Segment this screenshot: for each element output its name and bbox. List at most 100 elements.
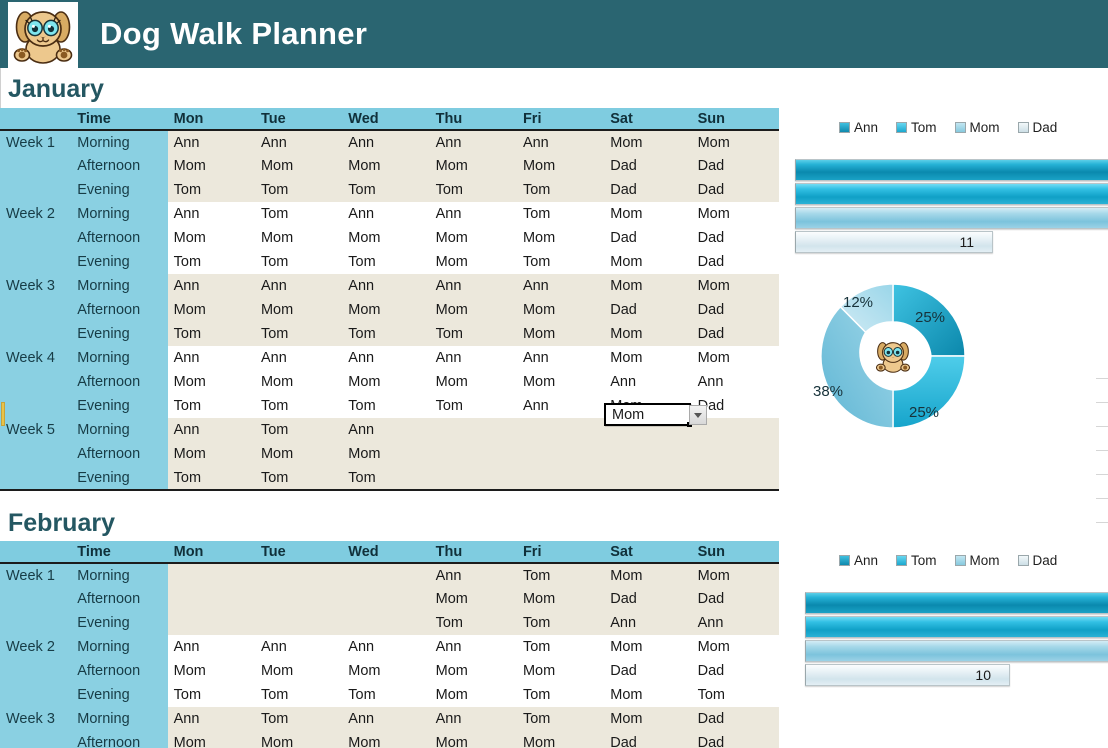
time-slot-cell[interactable]: Morning: [71, 346, 168, 370]
walker-cell[interactable]: Mom: [604, 322, 692, 346]
walker-cell[interactable]: Mom: [604, 346, 692, 370]
walker-cell[interactable]: [342, 563, 430, 587]
walker-cell[interactable]: Mom: [167, 370, 255, 394]
walker-cell[interactable]: [254, 587, 343, 611]
walker-cell[interactable]: Mom: [429, 370, 517, 394]
walker-cell[interactable]: Ann: [167, 707, 255, 731]
walker-cell[interactable]: Ann: [342, 346, 430, 370]
walker-cell[interactable]: Mom: [691, 130, 779, 154]
walker-cell[interactable]: Tom: [254, 394, 343, 418]
week-label-cell[interactable]: [0, 178, 72, 202]
walker-cell[interactable]: Mom: [691, 346, 779, 370]
walker-cell[interactable]: Ann: [429, 274, 517, 298]
walker-cell[interactable]: Mom: [516, 298, 605, 322]
walker-cell[interactable]: Dad: [691, 587, 779, 611]
walker-cell[interactable]: Tom: [167, 322, 255, 346]
walker-cell[interactable]: Mom: [429, 683, 517, 707]
walker-cell[interactable]: Mom: [429, 226, 517, 250]
walker-cell[interactable]: Tom: [254, 178, 343, 202]
walker-cell[interactable]: Ann: [516, 274, 605, 298]
time-slot-cell[interactable]: Afternoon: [71, 587, 168, 611]
time-slot-cell[interactable]: Evening: [71, 683, 168, 707]
time-slot-cell[interactable]: Evening: [71, 394, 168, 418]
walker-cell[interactable]: Tom: [516, 202, 605, 226]
walker-cell[interactable]: Dad: [604, 154, 692, 178]
walker-cell[interactable]: Mom: [167, 442, 255, 466]
walker-cell[interactable]: Mom: [429, 154, 517, 178]
walker-cell[interactable]: [167, 587, 255, 611]
walker-cell[interactable]: Mom: [429, 298, 517, 322]
week-label-cell[interactable]: [0, 466, 72, 491]
walker-cell[interactable]: Ann: [167, 130, 255, 154]
time-slot-cell[interactable]: Afternoon: [71, 298, 168, 322]
walker-cell[interactable]: Mom: [516, 322, 605, 346]
week-label-cell[interactable]: Week 2: [0, 635, 72, 659]
walker-cell[interactable]: Dad: [604, 587, 692, 611]
walker-cell[interactable]: Mom: [604, 635, 692, 659]
walker-cell[interactable]: Tom: [429, 394, 517, 418]
walker-cell[interactable]: Mom: [604, 683, 692, 707]
walker-cell[interactable]: Mom: [516, 731, 605, 748]
week-label-cell[interactable]: [0, 442, 72, 466]
walker-cell[interactable]: Tom: [254, 707, 343, 731]
walker-cell[interactable]: Mom: [167, 154, 255, 178]
walker-cell[interactable]: Mom: [429, 731, 517, 748]
walker-cell[interactable]: Dad: [691, 250, 779, 274]
walker-cell[interactable]: Ann: [429, 707, 517, 731]
time-slot-cell[interactable]: Morning: [71, 635, 168, 659]
walker-cell[interactable]: Dad: [691, 298, 779, 322]
walker-cell[interactable]: Ann: [254, 346, 343, 370]
walker-cell[interactable]: Tom: [167, 250, 255, 274]
week-label-cell[interactable]: [0, 370, 72, 394]
walker-cell[interactable]: Mom: [342, 226, 430, 250]
walker-cell[interactable]: [342, 587, 430, 611]
walker-cell[interactable]: Tom: [342, 178, 430, 202]
walker-cell[interactable]: [429, 418, 517, 442]
walker-cell[interactable]: Ann: [429, 202, 517, 226]
walker-cell[interactable]: Mom: [342, 659, 430, 683]
walker-cell[interactable]: [516, 442, 605, 466]
time-slot-cell[interactable]: Morning: [71, 418, 168, 442]
walker-cell[interactable]: [691, 442, 779, 466]
walker-cell[interactable]: Mom: [254, 442, 343, 466]
week-label-cell[interactable]: [0, 611, 72, 635]
time-slot-cell[interactable]: Afternoon: [71, 370, 168, 394]
time-slot-cell[interactable]: Morning: [71, 130, 168, 154]
walker-cell[interactable]: Tom: [429, 178, 517, 202]
walker-cell[interactable]: Dad: [604, 731, 692, 748]
walker-cell[interactable]: Mom: [342, 154, 430, 178]
walker-cell[interactable]: Tom: [516, 178, 605, 202]
walker-cell[interactable]: Ann: [342, 202, 430, 226]
walker-cell[interactable]: [604, 442, 692, 466]
walker-cell[interactable]: Ann: [429, 563, 517, 587]
walker-cell[interactable]: Mom: [516, 587, 605, 611]
walker-cell[interactable]: [342, 611, 430, 635]
week-label-cell[interactable]: Week 5: [0, 418, 72, 442]
time-slot-cell[interactable]: Evening: [71, 322, 168, 346]
walker-cell[interactable]: Tom: [254, 322, 343, 346]
walker-cell[interactable]: Dad: [604, 659, 692, 683]
walker-cell[interactable]: Mom: [254, 370, 343, 394]
walker-cell[interactable]: Ann: [254, 635, 343, 659]
week-label-cell[interactable]: Week 3: [0, 274, 72, 298]
walker-cell[interactable]: Mom: [516, 226, 605, 250]
walker-cell[interactable]: Mom: [516, 154, 605, 178]
time-slot-cell[interactable]: Afternoon: [71, 154, 168, 178]
walker-cell[interactable]: Ann: [167, 202, 255, 226]
walker-cell[interactable]: Tom: [167, 178, 255, 202]
walker-cell[interactable]: Mom: [167, 659, 255, 683]
walker-cell[interactable]: Ann: [516, 346, 605, 370]
walker-cell[interactable]: Mom: [604, 274, 692, 298]
walker-cell[interactable]: Ann: [691, 370, 779, 394]
walker-cell[interactable]: Ann: [167, 274, 255, 298]
walker-cell[interactable]: Ann: [691, 611, 779, 635]
walker-cell[interactable]: Tom: [254, 418, 343, 442]
week-label-cell[interactable]: [0, 394, 72, 418]
walker-cell[interactable]: Mom: [604, 130, 692, 154]
walker-cell[interactable]: Mom: [429, 250, 517, 274]
walker-cell[interactable]: Tom: [429, 611, 517, 635]
week-label-cell[interactable]: [0, 683, 72, 707]
walker-cell[interactable]: Tom: [254, 466, 343, 491]
walker-cell[interactable]: Mom: [516, 659, 605, 683]
time-slot-cell[interactable]: Morning: [71, 202, 168, 226]
